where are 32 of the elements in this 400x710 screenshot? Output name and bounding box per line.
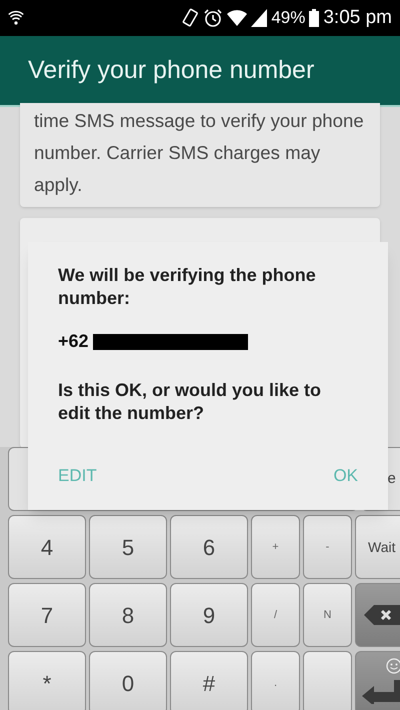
phone-number: +62: [58, 330, 89, 353]
smiley-icon: [386, 658, 400, 674]
backspace-key[interactable]: [355, 583, 400, 647]
keyboard-key[interactable]: N: [303, 583, 352, 647]
wifi-icon: [227, 10, 248, 26]
keyboard-key[interactable]: Wait: [355, 515, 400, 579]
keyboard-key[interactable]: *: [8, 651, 86, 710]
dialog-message: We will be verifying the phone number:: [58, 264, 317, 310]
keyboard-key[interactable]: 8: [89, 583, 167, 647]
keyboard-key[interactable]: /: [251, 583, 300, 647]
alarm-icon: [203, 8, 224, 28]
keyboard-key[interactable]: #: [170, 651, 248, 710]
keyboard-key[interactable]: .: [251, 651, 300, 710]
battery-percent: 49%: [271, 7, 306, 30]
backspace-icon: [364, 605, 400, 625]
info-text: time SMS message to verify your phone number. Carrier SMS charges may apply.: [34, 109, 365, 197]
signal-icon: [251, 9, 268, 27]
clock-time: 3:05 pm: [323, 6, 392, 30]
wifi-icon: [8, 10, 24, 26]
keyboard-key[interactable]: 6: [170, 515, 248, 579]
keyboard-key[interactable]: +: [251, 515, 300, 579]
keyboard-key[interactable]: 5: [89, 515, 167, 579]
battery-icon: [309, 9, 320, 27]
keyboard-key[interactable]: 0: [89, 651, 167, 710]
keyboard-key[interactable]: 9: [170, 583, 248, 647]
dialog-question: Is this OK, or would you like to edit the number?: [58, 379, 322, 425]
rotate-icon: [181, 8, 200, 28]
enter-icon: [362, 680, 400, 704]
keyboard-key[interactable]: 7: [8, 583, 86, 647]
keyboard-key[interactable]: 4: [8, 515, 86, 579]
keyboard-key[interactable]: -: [303, 515, 352, 579]
app-bar-title: Verify your phone number: [28, 54, 314, 86]
